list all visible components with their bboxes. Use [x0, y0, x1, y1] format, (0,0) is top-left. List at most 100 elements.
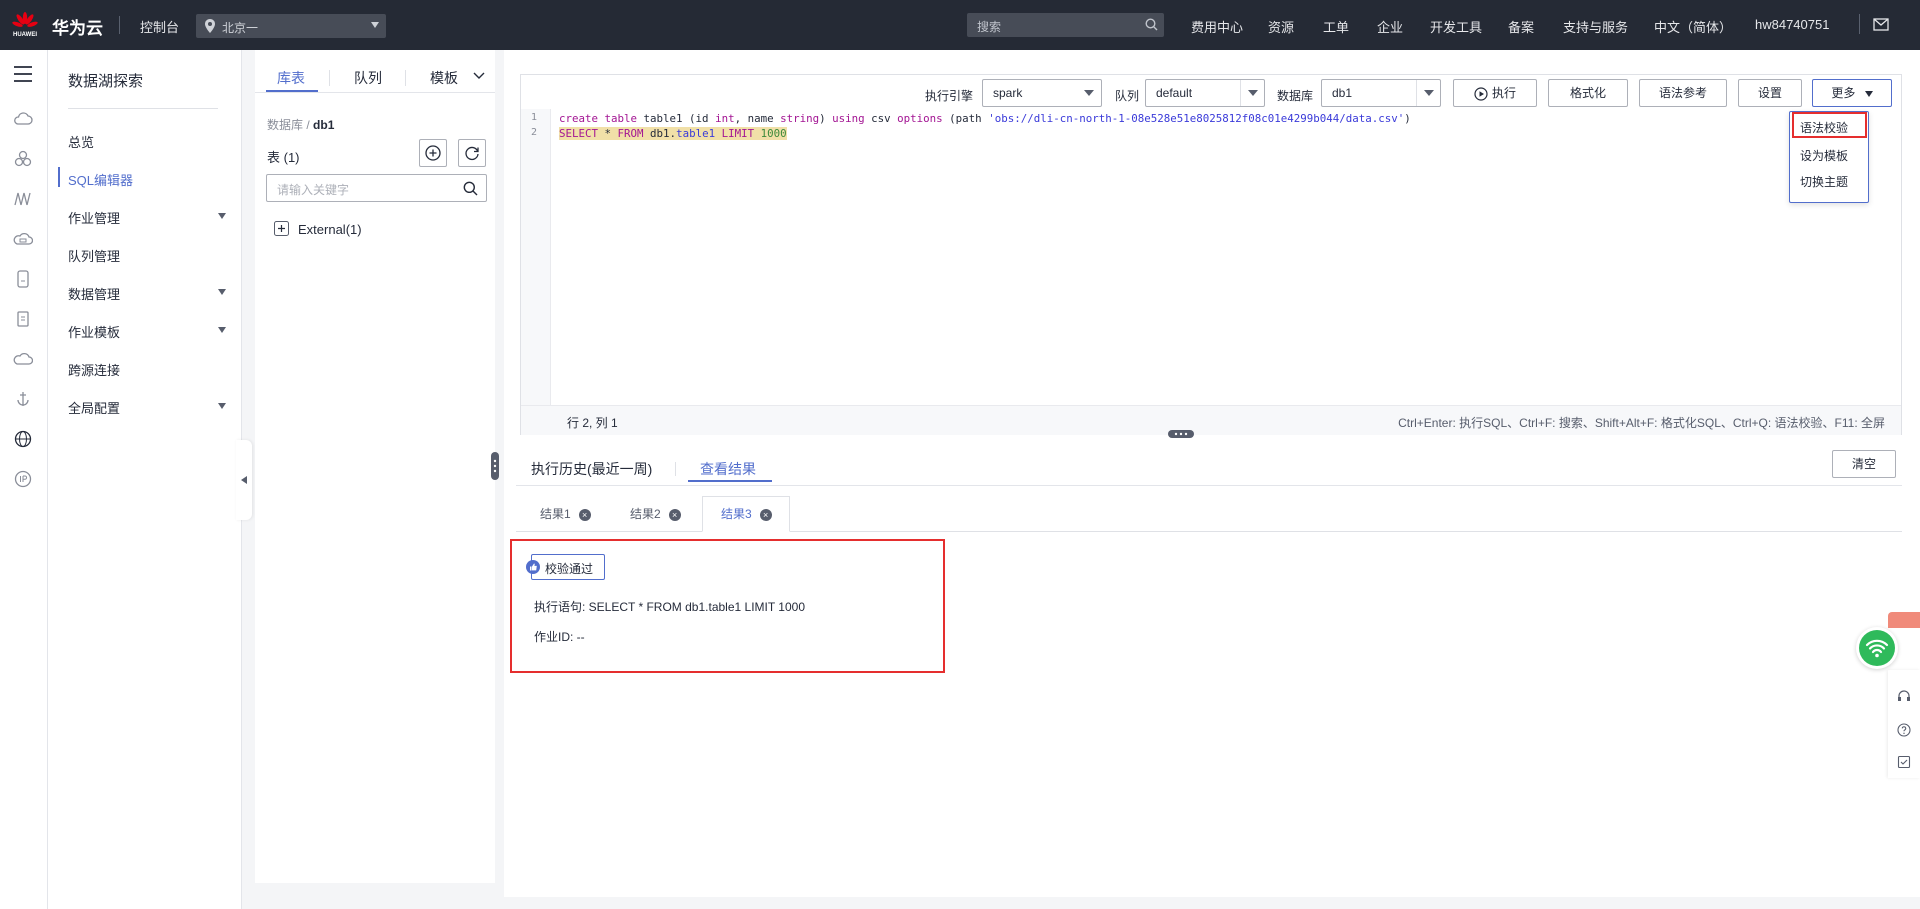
refresh-button[interactable]: [458, 139, 486, 167]
engine-select[interactable]: spark: [982, 79, 1102, 107]
divider: [675, 462, 676, 476]
collapse-menu-handle[interactable]: [236, 440, 252, 520]
nav-language[interactable]: 中文（简体）: [1654, 17, 1732, 36]
edit-note-icon[interactable]: [1897, 755, 1911, 769]
nav-icp[interactable]: 备案: [1508, 17, 1534, 36]
result-tab-3[interactable]: 结果3 ×: [721, 505, 772, 541]
caret-down-icon: [218, 289, 226, 295]
code-line-1[interactable]: create table table1 (id int, name string…: [559, 112, 1411, 125]
menu-item-syntax-check[interactable]: 语法校验: [1800, 119, 1848, 136]
tree-node-external[interactable]: External(1): [298, 222, 362, 237]
ip-icon[interactable]: [13, 469, 33, 489]
search-icon[interactable]: [463, 181, 478, 196]
tab-queues[interactable]: 队列: [354, 68, 382, 88]
console-link[interactable]: 控制台: [140, 17, 179, 36]
nav-username[interactable]: hw84740751: [1755, 17, 1829, 32]
menu-item-sql-editor[interactable]: SQL编辑器: [68, 170, 133, 189]
mail-icon[interactable]: [1873, 18, 1889, 31]
menu-item-switch-theme[interactable]: 切换主题: [1800, 173, 1848, 190]
cloud-server-icon[interactable]: [13, 109, 33, 129]
wifi-icon: [1859, 630, 1895, 666]
editor-status-bar: 行 2, 列 1 Ctrl+Enter: 执行SQL、Ctrl+F: 搜索、Sh…: [521, 405, 1901, 435]
menu-item-overview[interactable]: 总览: [68, 132, 94, 151]
divider: [405, 70, 406, 86]
line-number: 1: [531, 112, 538, 123]
tab-execution-history[interactable]: 执行历史(最近一周): [531, 459, 652, 479]
editor-resize-handle[interactable]: [1168, 430, 1194, 438]
headset-icon[interactable]: [1897, 690, 1911, 702]
more-button[interactable]: 更多: [1812, 79, 1892, 107]
nav-support[interactable]: 支持与服务: [1563, 17, 1628, 36]
database-select[interactable]: db1: [1321, 79, 1441, 107]
tab-templates[interactable]: 模板: [430, 68, 458, 88]
anchor-icon[interactable]: [13, 389, 33, 409]
globe-icon[interactable]: [13, 429, 33, 449]
data-lake-icon[interactable]: [13, 189, 33, 209]
nav-dev-tools[interactable]: 开发工具: [1430, 17, 1482, 36]
settings-button[interactable]: 设置: [1738, 79, 1802, 107]
database-cloud-icon[interactable]: [13, 229, 33, 249]
chevron-down-icon: [1240, 80, 1264, 106]
breadcrumb-root[interactable]: 数据库: [267, 118, 303, 132]
table-search-input[interactable]: 请输入关键字: [266, 174, 487, 202]
search-icon[interactable]: [1145, 18, 1158, 31]
menu-item-data-management[interactable]: 数据管理: [68, 284, 120, 303]
panel-resize-handle[interactable]: [491, 452, 499, 480]
clear-button[interactable]: 清空: [1832, 450, 1896, 478]
chevron-down-icon: [1416, 80, 1440, 106]
menu-item-global-config[interactable]: 全局配置: [68, 398, 120, 417]
nav-enterprise[interactable]: 企业: [1377, 17, 1403, 36]
help-icon[interactable]: [1897, 723, 1911, 737]
menu-item-datasource-connections[interactable]: 跨源连接: [68, 360, 120, 379]
syntax-reference-button[interactable]: 语法参考: [1639, 79, 1727, 107]
selected-text: SELECT * FROM db1.table1 LIMIT 1000: [559, 127, 787, 140]
cloud-icon[interactable]: [13, 349, 33, 369]
code-line-2[interactable]: SELECT * FROM db1.table1 LIMIT 1000: [559, 127, 787, 140]
format-button[interactable]: 格式化: [1548, 79, 1628, 107]
nav-billing[interactable]: 费用中心: [1191, 17, 1243, 36]
engine-value: spark: [993, 86, 1023, 100]
storage-icon[interactable]: [13, 269, 33, 289]
menu-item-job-management[interactable]: 作业管理: [68, 208, 120, 227]
close-icon[interactable]: ×: [759, 508, 772, 521]
global-search-input[interactable]: 搜索: [967, 13, 1164, 37]
menu-item-job-templates[interactable]: 作业模板: [68, 322, 120, 341]
queue-select[interactable]: default: [1145, 79, 1265, 107]
sql-text: db1.: [643, 127, 677, 140]
chevron-down-icon: [1077, 80, 1101, 106]
caret-down-icon: [1864, 90, 1873, 97]
sql-text: table1 (id: [637, 112, 716, 125]
expand-icon[interactable]: [274, 221, 289, 236]
sql-table-name: table1: [676, 127, 716, 140]
feedback-tab[interactable]: [1888, 612, 1920, 628]
result-tab-2[interactable]: 结果2 ×: [630, 505, 681, 541]
menu-item-queue-management[interactable]: 队列管理: [68, 246, 120, 265]
network-status-widget[interactable]: [1856, 627, 1898, 669]
tab-databases[interactable]: 库表: [277, 68, 305, 88]
create-table-button[interactable]: [419, 139, 447, 167]
chevron-down-icon: [371, 22, 379, 28]
brand-name[interactable]: 华为云: [52, 14, 103, 39]
nav-resources[interactable]: 资源: [1268, 17, 1294, 36]
caret-down-icon: [218, 327, 226, 333]
run-button[interactable]: 执行: [1453, 79, 1537, 107]
menu-item-save-template[interactable]: 设为模板: [1800, 147, 1848, 164]
huawei-logo[interactable]: HUAWEI: [10, 10, 40, 40]
sql-keyword: SELECT: [559, 127, 599, 140]
result-tab-label: 结果2: [630, 507, 661, 521]
nav-tickets[interactable]: 工单: [1323, 17, 1349, 36]
tab-view-results[interactable]: 查看结果: [700, 459, 756, 479]
sql-text: ): [1404, 112, 1411, 125]
region-selector[interactable]: 北京一: [196, 14, 386, 38]
service-side-menu: 数据湖探索 总览 SQL编辑器 作业管理 队列管理 数据管理 作业模板 跨源连接…: [48, 50, 242, 909]
chevron-down-icon[interactable]: [473, 72, 485, 80]
queue-label: 队列: [1115, 89, 1140, 103]
more-dropdown-menu: 语法校验 设为模板 切换主题: [1789, 111, 1869, 203]
result-tab-1[interactable]: 结果1 ×: [540, 505, 591, 541]
close-icon[interactable]: ×: [578, 508, 591, 521]
nodes-icon[interactable]: [13, 149, 33, 169]
hamburger-menu-icon[interactable]: [13, 66, 33, 82]
logo-text: HUAWEI: [13, 32, 37, 38]
document-icon[interactable]: [13, 309, 33, 329]
close-icon[interactable]: ×: [668, 508, 681, 521]
